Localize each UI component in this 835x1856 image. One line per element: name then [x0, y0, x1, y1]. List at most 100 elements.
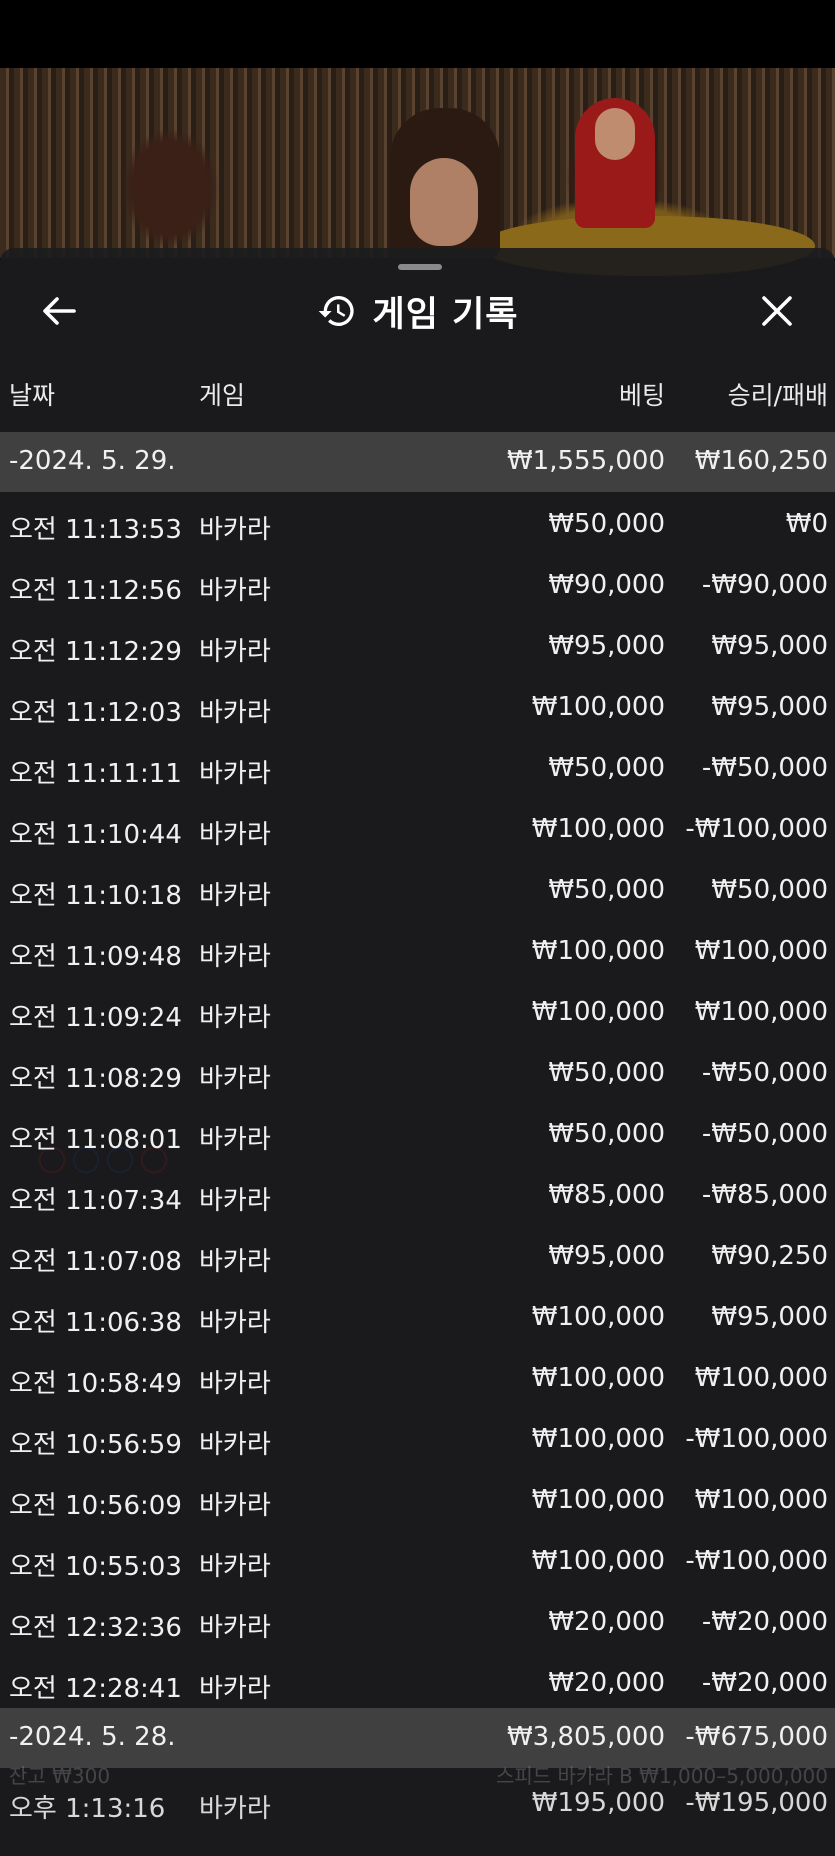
row-winloss: -₩85,000	[701, 1180, 828, 1210]
date-group-header[interactable]: -2024. 5. 28. ₩3,805,000 -₩675,000	[0, 1708, 835, 1768]
row-winloss: -₩50,000	[701, 753, 828, 783]
table-row[interactable]: 오전 11:12:56 바카라 ₩90,000 -₩90,000	[0, 556, 835, 617]
row-game: 바카라	[199, 576, 271, 606]
close-icon	[762, 296, 792, 326]
column-date: 날짜	[9, 381, 56, 410]
row-time: 오전 11:12:56	[9, 576, 182, 606]
table-row[interactable]: 오전 10:56:59 바카라 ₩100,000 -₩100,000	[0, 1410, 835, 1471]
table-row[interactable]: 오후 1:13:16 바카라 ₩195,000 -₩195,000	[0, 1778, 835, 1839]
row-time: 오전 11:06:38	[9, 1308, 182, 1338]
row-time: 오전 11:12:29	[9, 637, 182, 667]
row-bet: ₩100,000	[531, 814, 665, 844]
table-row[interactable]: 오전 12:32:36 바카라 ₩20,000 -₩20,000	[0, 1593, 835, 1654]
row-winloss: ₩95,000	[711, 1302, 828, 1332]
row-winloss: -₩50,000	[701, 1058, 828, 1088]
table-row[interactable]: 오전 11:12:03 바카라 ₩100,000 ₩95,000	[0, 678, 835, 739]
row-time: 오전 11:08:01	[9, 1125, 182, 1155]
table-row[interactable]: 오전 10:55:03 바카라 ₩100,000 -₩100,000	[0, 1532, 835, 1593]
row-time: 오전 11:12:03	[9, 698, 182, 728]
back-arrow-icon	[43, 297, 76, 325]
table-row[interactable]: 오전 11:08:29 바카라 ₩50,000 -₩50,000	[0, 1044, 835, 1105]
row-game: 바카라	[199, 1674, 271, 1704]
close-button[interactable]	[754, 288, 800, 334]
row-bet: ₩195,000	[531, 1788, 665, 1818]
table-header: 날짜 게임 베팅 승리/패배	[0, 376, 835, 420]
table-row[interactable]: 오전 11:07:08 바카라 ₩95,000 ₩90,250	[0, 1227, 835, 1288]
row-game: 바카라	[199, 1003, 271, 1033]
row-time: 오전 11:07:08	[9, 1247, 182, 1277]
table-row[interactable]: 오전 11:10:18 바카라 ₩50,000 ₩50,000	[0, 861, 835, 922]
status-bar	[0, 0, 835, 68]
game-history-sheet: 게임 기록 날짜 게임 베팅 승리/패배 -2024. 5. 29. ₩1,55…	[0, 248, 835, 1856]
group-date: -2024. 5. 29.	[9, 446, 176, 476]
row-winloss: ₩0	[785, 509, 828, 539]
row-winloss: -₩90,000	[701, 570, 828, 600]
row-time: 오전 11:10:44	[9, 820, 182, 850]
row-time: 오전 11:07:34	[9, 1186, 182, 1216]
table-row[interactable]: 오전 11:07:34 바카라 ₩85,000 -₩85,000	[0, 1166, 835, 1227]
row-winloss: -₩100,000	[685, 1546, 828, 1576]
drag-handle[interactable]	[398, 264, 442, 270]
table-row[interactable]: 오전 11:09:24 바카라 ₩100,000 ₩100,000	[0, 983, 835, 1044]
row-bet: ₩50,000	[548, 875, 665, 905]
row-bet: ₩20,000	[548, 1607, 665, 1637]
history-list: 오전 11:13:53 바카라 ₩50,000 ₩0 오전 11:12:56 바카라 ₩9…	[0, 495, 835, 1715]
row-winloss: -₩195,000	[685, 1788, 828, 1818]
row-bet: ₩100,000	[531, 1546, 665, 1576]
row-game: 바카라	[199, 1794, 271, 1824]
row-time: 오전 11:09:48	[9, 942, 182, 972]
row-bet: ₩100,000	[531, 1302, 665, 1332]
table-row[interactable]: 오전 11:06:38 바카라 ₩100,000 ₩95,000	[0, 1288, 835, 1349]
row-winloss: -₩100,000	[685, 1424, 828, 1454]
title-group: 게임 기록	[0, 278, 835, 344]
row-bet: ₩100,000	[531, 1363, 665, 1393]
row-game: 바카라	[199, 759, 271, 789]
date-group-header[interactable]: -2024. 5. 29. ₩1,555,000 ₩160,250	[0, 432, 835, 492]
row-bet: ₩100,000	[531, 692, 665, 722]
row-winloss: -₩20,000	[701, 1668, 828, 1698]
row-winloss: -₩50,000	[701, 1119, 828, 1149]
live-video-background	[0, 68, 835, 276]
row-game: 바카라	[199, 1125, 271, 1155]
row-bet: ₩20,000	[548, 1668, 665, 1698]
table-row[interactable]: 오전 11:08:01 바카라 ₩50,000 -₩50,000	[0, 1105, 835, 1166]
table-row[interactable]: 오전 11:13:53 바카라 ₩50,000 ₩0	[0, 495, 835, 556]
table-row[interactable]: 오전 10:56:09 바카라 ₩100,000 ₩100,000	[0, 1471, 835, 1532]
row-bet: ₩100,000	[531, 936, 665, 966]
table-row[interactable]: 오전 11:09:48 바카라 ₩100,000 ₩100,000	[0, 922, 835, 983]
row-winloss: -₩100,000	[685, 814, 828, 844]
row-game: 바카라	[199, 820, 271, 850]
group-bet-total: ₩1,555,000	[506, 446, 665, 476]
column-bet: 베팅	[618, 381, 665, 410]
video-dealer-2-face	[595, 108, 635, 160]
row-time: 오전 11:13:53	[9, 515, 182, 545]
table-row[interactable]: 오전 11:11:11 바카라 ₩50,000 -₩50,000	[0, 739, 835, 800]
row-game: 바카라	[199, 1308, 271, 1338]
row-time: 오전 12:28:41	[9, 1674, 182, 1704]
row-time: 오전 11:09:24	[9, 1003, 182, 1033]
column-game: 게임	[199, 381, 246, 410]
row-game: 바카라	[199, 698, 271, 728]
row-time: 오전 10:56:59	[9, 1430, 182, 1460]
row-winloss: ₩100,000	[694, 1363, 828, 1393]
back-button[interactable]	[36, 288, 82, 334]
page-title: 게임 기록	[372, 294, 519, 335]
row-bet: ₩95,000	[548, 1241, 665, 1271]
row-game: 바카라	[199, 1247, 271, 1277]
table-row[interactable]: 오전 12:28:41 바카라 ₩20,000 -₩20,000	[0, 1654, 835, 1715]
table-row[interactable]: 오전 10:58:49 바카라 ₩100,000 ₩100,000	[0, 1349, 835, 1410]
row-game: 바카라	[199, 1186, 271, 1216]
row-bet: ₩100,000	[531, 1424, 665, 1454]
table-row[interactable]: 오전 11:12:29 바카라 ₩95,000 ₩95,000	[0, 617, 835, 678]
group-date: -2024. 5. 28.	[9, 1722, 176, 1752]
table-row[interactable]: 오전 11:10:44 바카라 ₩100,000 -₩100,000	[0, 800, 835, 861]
row-bet: ₩95,000	[548, 631, 665, 661]
row-game: 바카라	[199, 881, 271, 911]
row-bet: ₩50,000	[548, 1119, 665, 1149]
row-winloss: ₩50,000	[711, 875, 828, 905]
video-dealer-1-face	[410, 158, 478, 246]
group-bet-total: ₩3,805,000	[506, 1722, 665, 1752]
row-winloss: ₩95,000	[711, 631, 828, 661]
history-icon	[318, 296, 354, 326]
row-time: 오전 11:11:11	[9, 759, 182, 789]
